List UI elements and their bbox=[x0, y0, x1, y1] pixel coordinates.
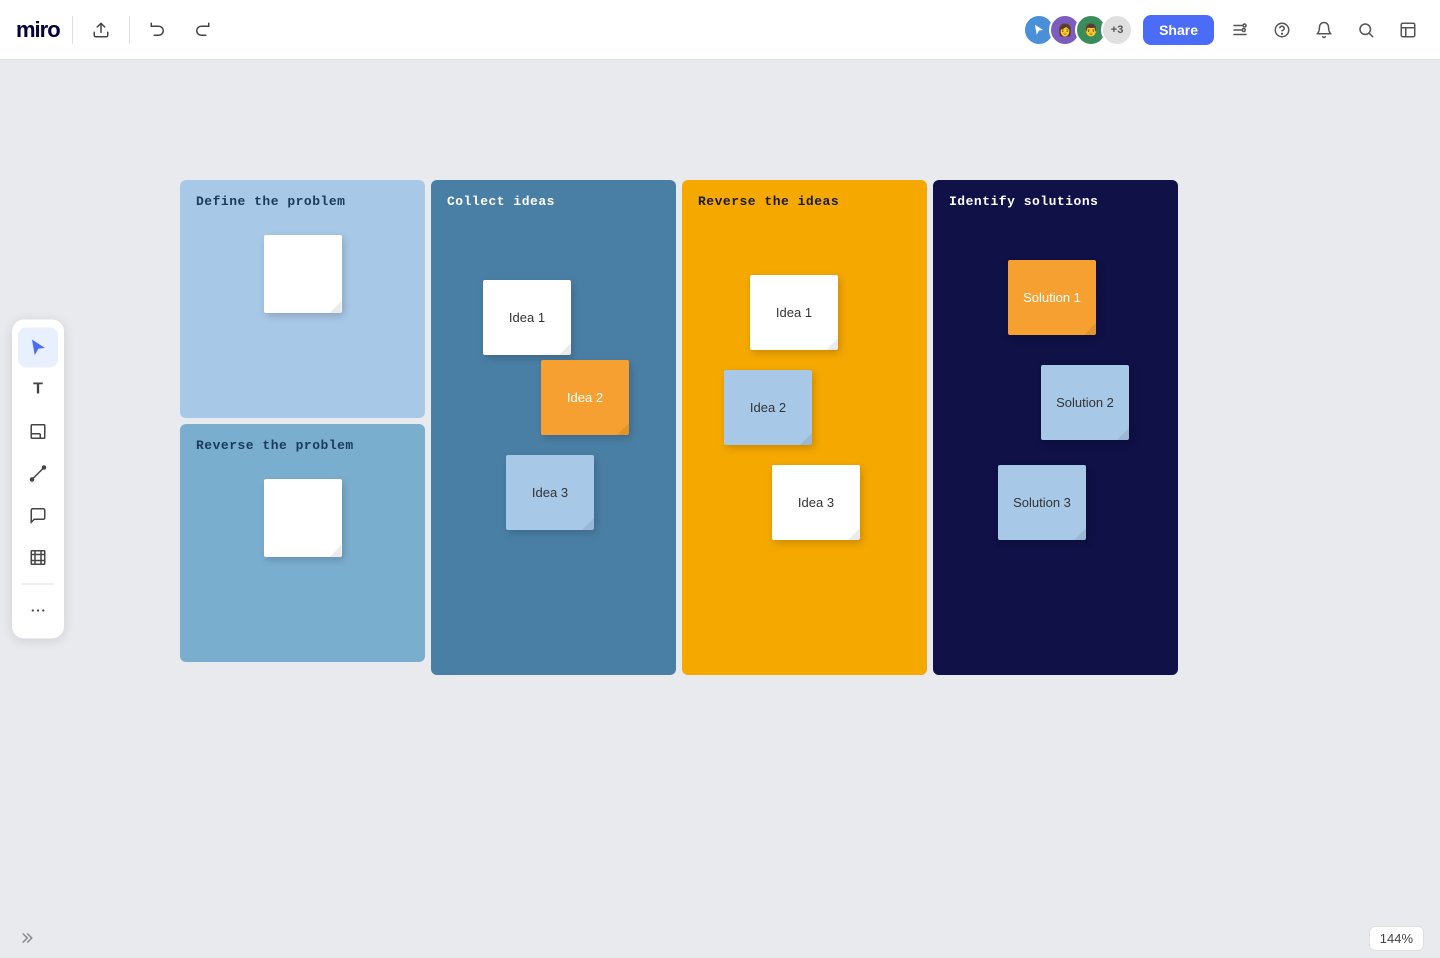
more-tools-button[interactable] bbox=[18, 591, 58, 631]
expand-icon bbox=[16, 929, 34, 947]
text-icon: T bbox=[33, 381, 43, 399]
miro-logo: miro bbox=[16, 17, 60, 43]
sticky-ridea2-label: Idea 2 bbox=[750, 400, 786, 415]
comment-tool-button[interactable] bbox=[18, 496, 58, 536]
frame-tool-button[interactable] bbox=[18, 538, 58, 578]
define-problem-title: Define the problem bbox=[180, 180, 425, 217]
redo-button[interactable] bbox=[186, 14, 218, 46]
canvas[interactable]: Define the problem Reverse the problem C… bbox=[0, 60, 1440, 958]
cursor-tool-button[interactable] bbox=[18, 328, 58, 368]
sticky-ridea3[interactable]: Idea 3 bbox=[772, 465, 860, 540]
column-define: Define the problem Reverse the problem bbox=[180, 180, 425, 675]
column-identify: Identify solutions Solution 1 Solution 2… bbox=[933, 180, 1178, 675]
comment-icon bbox=[29, 507, 47, 525]
text-tool-button[interactable]: T bbox=[18, 370, 58, 410]
line-tool-button[interactable] bbox=[18, 454, 58, 494]
reverse-problem-card: Reverse the problem bbox=[180, 424, 425, 662]
avatar-extra: +3 bbox=[1101, 14, 1133, 46]
sticky-ridea3-label: Idea 3 bbox=[798, 495, 834, 510]
more-icon bbox=[29, 602, 47, 620]
sticky-sol2-label: Solution 2 bbox=[1056, 395, 1114, 410]
export-button[interactable] bbox=[85, 14, 117, 46]
reverse-ideas-title: Reverse the ideas bbox=[682, 180, 927, 217]
column-reverse: Reverse the ideas Idea 1 Idea 2 Idea 3 bbox=[682, 180, 927, 675]
sticky-reverse-blank[interactable] bbox=[264, 479, 342, 557]
reverse-problem-title: Reverse the problem bbox=[180, 424, 425, 461]
export-icon bbox=[92, 21, 110, 39]
sticky-sol1[interactable]: Solution 1 bbox=[1008, 260, 1096, 335]
sticky-sol3[interactable]: Solution 3 bbox=[998, 465, 1086, 540]
collect-ideas-title: Collect ideas bbox=[431, 180, 676, 217]
sticky-idea2-label: Idea 2 bbox=[567, 390, 603, 405]
frame-icon bbox=[29, 549, 47, 567]
settings-icon[interactable] bbox=[1224, 14, 1256, 46]
notifications-icon[interactable] bbox=[1308, 14, 1340, 46]
left-toolbar: T bbox=[12, 320, 64, 639]
sticky-idea3[interactable]: Idea 3 bbox=[506, 455, 594, 530]
sticky-idea3-label: Idea 3 bbox=[532, 485, 568, 500]
outline-icon[interactable] bbox=[1392, 14, 1424, 46]
toolbar-divider bbox=[22, 584, 54, 585]
sticky-sol2[interactable]: Solution 2 bbox=[1041, 365, 1129, 440]
sticky-define-blank[interactable] bbox=[264, 235, 342, 313]
expand-button[interactable] bbox=[16, 929, 34, 947]
sticky-idea1-label: Idea 1 bbox=[509, 310, 545, 325]
sticky-sol1-label: Solution 1 bbox=[1023, 290, 1081, 305]
sticky-idea1[interactable]: Idea 1 bbox=[483, 280, 571, 355]
sticky-tool-button[interactable] bbox=[18, 412, 58, 452]
bottom-bar: 144% bbox=[0, 918, 1440, 958]
undo-icon bbox=[149, 21, 167, 39]
column-collect: Collect ideas Idea 1 Idea 2 Idea 3 bbox=[431, 180, 676, 675]
sticky-sol3-label: Solution 3 bbox=[1013, 495, 1071, 510]
search-icon[interactable] bbox=[1350, 14, 1382, 46]
share-button[interactable]: Share bbox=[1143, 15, 1214, 45]
topbar-divider-2 bbox=[129, 16, 130, 44]
zoom-level[interactable]: 144% bbox=[1369, 926, 1424, 951]
redo-icon bbox=[193, 21, 211, 39]
cursor-icon bbox=[29, 339, 47, 357]
board: Define the problem Reverse the problem C… bbox=[180, 180, 1184, 675]
identify-solutions-title: Identify solutions bbox=[933, 180, 1178, 217]
sticky-ridea1-label: Idea 1 bbox=[776, 305, 812, 320]
topbar-right: 👩 👨 +3 Share bbox=[1023, 14, 1424, 46]
topbar-left: miro bbox=[16, 14, 218, 46]
sticky-icon bbox=[29, 423, 47, 441]
sticky-idea2[interactable]: Idea 2 bbox=[541, 360, 629, 435]
help-icon[interactable] bbox=[1266, 14, 1298, 46]
topbar-divider bbox=[72, 16, 73, 44]
avatars: 👩 👨 +3 bbox=[1023, 14, 1133, 46]
line-icon bbox=[29, 465, 47, 483]
sticky-ridea1[interactable]: Idea 1 bbox=[750, 275, 838, 350]
sticky-ridea2[interactable]: Idea 2 bbox=[724, 370, 812, 445]
define-problem-card: Define the problem bbox=[180, 180, 425, 418]
undo-button[interactable] bbox=[142, 14, 174, 46]
topbar: miro 👩 👨 +3 Share bbox=[0, 0, 1440, 60]
